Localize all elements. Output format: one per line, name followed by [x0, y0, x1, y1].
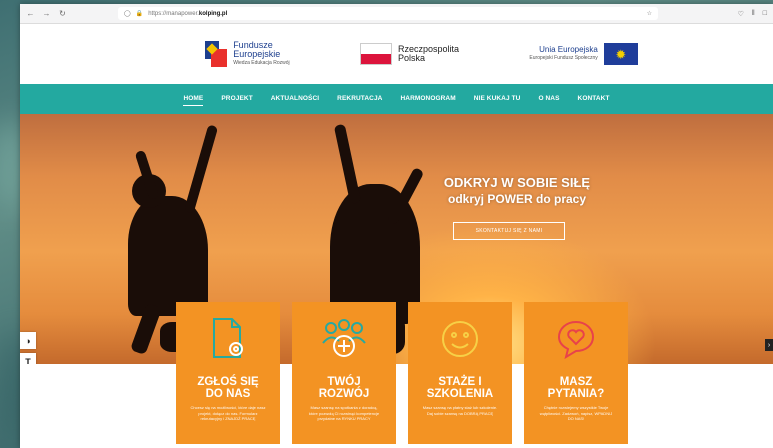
document-gear-icon [208, 316, 248, 362]
pocket-icon[interactable]: ♡ [738, 10, 744, 18]
eu-flag-icon: ✹ [603, 43, 638, 65]
nav-harmonogram[interactable]: HARMONOGRAM [400, 92, 455, 106]
logo-header: Fundusze Europejskie Wiedza Edukacja Roz… [20, 24, 773, 84]
contrast-icon[interactable]: ◑ [20, 332, 36, 349]
card-title-2: SZKOLENIA [426, 388, 494, 400]
card-title-2: ROZWÓJ [318, 388, 370, 400]
card-masz-pytania[interactable]: MASZ PYTANIA? Chętnie rozwiejemy wszystki… [524, 302, 628, 444]
nav-projekt[interactable]: PROJEKT [221, 92, 252, 106]
url-prefix: https://manapower. [148, 10, 199, 17]
hero-title-line1: ODKRYJ W SOBIE SIŁĘ [443, 175, 591, 190]
nav-nie-kukaj-tu[interactable]: NIE KUKAJ TU [474, 92, 521, 106]
contact-us-button[interactable]: SKONTAKTUJ SIĘ Z NAMI [453, 222, 565, 240]
card-text: Masz szansę na spotkania z doradcą, któr… [308, 405, 380, 421]
hero-title-line2: odkryj POWER do pracy [447, 192, 587, 206]
card-text: Chętnie rozwiejemy wszystkie Twoje wątpl… [539, 405, 613, 421]
main-navigation: HOME PROJEKT AKTUALNOŚCI REKRUTACJA HARM… [20, 84, 773, 114]
font-size-icon[interactable]: T [20, 353, 36, 364]
library-icon[interactable]: ‖ [752, 10, 755, 18]
reload-icon[interactable]: ↻ [58, 9, 67, 18]
card-staze-szkolenia[interactable]: STAŻE I SZKOLENIA Masz szansę na płatny s… [408, 302, 512, 444]
slider-next-icon[interactable]: › [765, 339, 773, 351]
nav-o-nas[interactable]: O NAS [538, 92, 559, 106]
hero-figure-left [128, 196, 208, 316]
url-domain: kolping.pl [198, 10, 228, 17]
nav-rekrutacja[interactable]: REKRUTACJA [337, 92, 382, 106]
eu-sub: Europejski Fundusz Społeczny [529, 55, 598, 61]
hero-figure-right-arm [333, 123, 362, 205]
arrow-left-icon[interactable]: ← [26, 9, 35, 18]
people-plus-icon [321, 316, 367, 362]
fe-line2: Europejskie [233, 49, 281, 59]
nav-kontakt[interactable]: KONTAKT [578, 92, 610, 106]
polish-flag-icon [360, 43, 392, 65]
eu-line1: Unia Europejska [539, 45, 598, 54]
shield-icon: ◯ [124, 11, 131, 17]
unia-europejska-logo: Unia Europejska Europejski Fundusz Społe… [529, 43, 638, 65]
card-title-1: TWÓJ [327, 376, 361, 388]
browser-window: ← → ↻ ◯ 🔒 https://manapower.kolping.pl ☆… [20, 4, 773, 448]
lock-icon: 🔒 [135, 11, 144, 17]
nav-aktualnosci[interactable]: AKTUALNOŚCI [271, 92, 319, 106]
heart-chat-icon [556, 316, 596, 362]
polska-logo: Rzeczpospolita Polska [360, 43, 459, 65]
smiley-icon [440, 316, 480, 362]
fundusze-europejskie-logo: Fundusze Europejskie Wiedza Edukacja Roz… [205, 41, 290, 67]
card-title-2: DO NAS [205, 388, 251, 400]
pl-line2: Polska [398, 53, 426, 63]
star-icon[interactable]: ☆ [647, 10, 652, 17]
card-title-2: PYTANIA? [547, 388, 605, 400]
card-title-1: ZGŁOŚ SIĘ [197, 376, 259, 388]
hero-figure-left-arm2 [183, 124, 219, 214]
card-zglos-sie[interactable]: ZGŁOŚ SIĘ DO NAS Chcesz się na możliwości… [176, 302, 280, 444]
arrow-right-icon[interactable]: → [42, 9, 51, 18]
card-title-1: STAŻE I [438, 376, 482, 388]
accessibility-tools: ◑ T [20, 332, 36, 364]
hero-title: ODKRYJ W SOBIE SIŁĘ odkryj POWER do prac… [422, 174, 612, 208]
card-text: Chcesz się na możliwości, które daje nas… [190, 405, 266, 421]
card-title-1: MASZ [559, 376, 593, 388]
card-twoj-rozwoj[interactable]: TWÓJ ROZWÓJ Masz szansę na spotkania z do… [292, 302, 396, 444]
fe-sub: Wiedza Edukacja Rozwój [233, 60, 290, 66]
feature-cards: ZGŁOŚ SIĘ DO NAS Chcesz się na możliwości… [176, 302, 628, 444]
card-text: Masz szansę na płatny staż lub szkolenie… [422, 405, 498, 416]
browser-toolbar: ← → ↻ ◯ 🔒 https://manapower.kolping.pl ☆… [20, 4, 773, 24]
fe-logo-icon [205, 41, 228, 67]
sidebar-icon[interactable]: □ [763, 10, 767, 18]
url-bar[interactable]: ◯ 🔒 https://manapower.kolping.pl ☆ [118, 7, 658, 20]
nav-home[interactable]: HOME [183, 92, 204, 106]
